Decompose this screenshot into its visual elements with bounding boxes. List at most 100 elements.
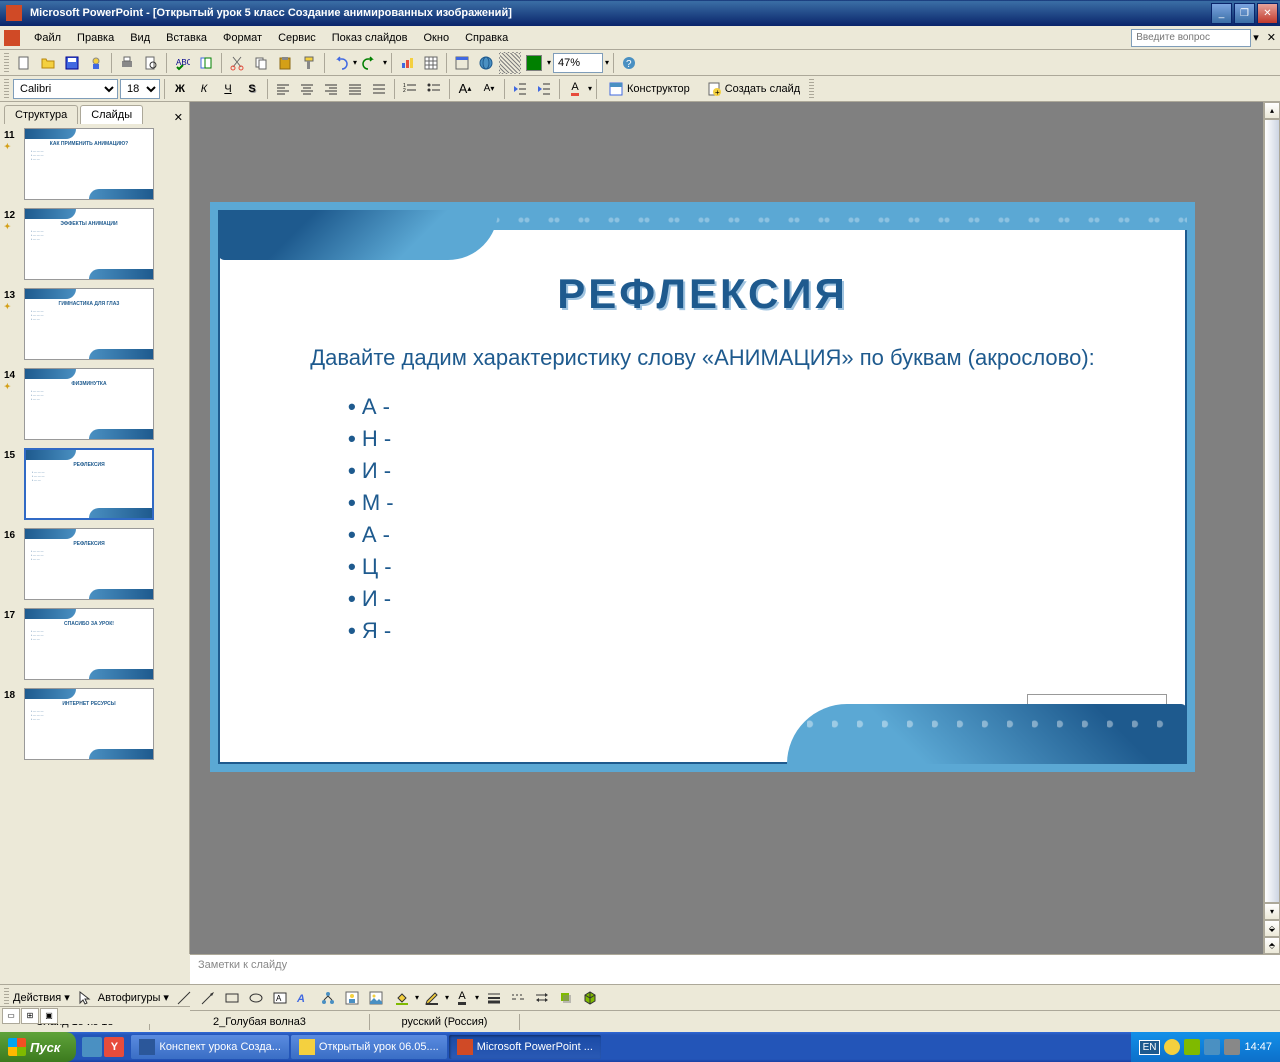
- oval-button[interactable]: [245, 987, 267, 1009]
- align-right-button[interactable]: [320, 78, 342, 100]
- close-button[interactable]: ✕: [1257, 3, 1278, 24]
- bold-button[interactable]: Ж: [169, 78, 191, 100]
- new-slide-button[interactable]: +Создать слайд: [699, 78, 807, 100]
- slide-bullet-item[interactable]: Я -: [348, 618, 1187, 644]
- menu-insert[interactable]: Вставка: [158, 29, 215, 47]
- tables-borders-button[interactable]: [451, 52, 473, 74]
- tray-icon[interactable]: [1224, 1039, 1240, 1055]
- slide-bullet-item[interactable]: М -: [348, 490, 1187, 516]
- doc-close-button[interactable]: ✕: [1267, 31, 1276, 44]
- research-button[interactable]: [195, 52, 217, 74]
- designer-button[interactable]: Конструктор: [601, 78, 697, 100]
- dropdown-icon[interactable]: ▾: [1253, 31, 1259, 44]
- tab-slides[interactable]: Слайды: [80, 105, 143, 124]
- copy-button[interactable]: [250, 52, 272, 74]
- thumbnail-slide[interactable]: РЕФЛЕКСИЯ• — — —• — — —• — —: [24, 448, 154, 520]
- distributed-button[interactable]: [368, 78, 390, 100]
- undo-dropdown-icon[interactable]: ▾: [353, 58, 357, 67]
- menu-tools[interactable]: Сервис: [270, 29, 324, 47]
- slide-subtitle[interactable]: Давайте дадим характеристику слову «АНИМ…: [218, 343, 1187, 374]
- permission-button[interactable]: [85, 52, 107, 74]
- minimize-button[interactable]: _: [1211, 3, 1232, 24]
- clock[interactable]: 14:47: [1244, 1041, 1272, 1053]
- sorter-view-button[interactable]: ⊞: [21, 1008, 39, 1024]
- menu-view[interactable]: Вид: [122, 29, 158, 47]
- redo-dropdown-icon[interactable]: ▾: [383, 58, 387, 67]
- undo-button[interactable]: [329, 52, 351, 74]
- menu-window[interactable]: Окно: [416, 29, 458, 47]
- dash-style-button[interactable]: [507, 987, 529, 1009]
- paste-button[interactable]: [274, 52, 296, 74]
- font-size-select[interactable]: 18: [120, 79, 160, 99]
- slide-bullet-item[interactable]: И -: [348, 586, 1187, 612]
- prev-slide-button[interactable]: ⬙: [1264, 920, 1280, 937]
- quick-launch-icon[interactable]: Y: [104, 1037, 124, 1057]
- slide-bullet-item[interactable]: А -: [348, 394, 1187, 420]
- toolbar-grip[interactable]: [4, 79, 9, 99]
- restore-button[interactable]: ❐: [1234, 3, 1255, 24]
- font-color-dropdown-icon[interactable]: ▾: [588, 84, 592, 93]
- arrow-button[interactable]: [197, 987, 219, 1009]
- normal-view-button[interactable]: ▭: [2, 1008, 20, 1024]
- decrease-indent-button[interactable]: [509, 78, 531, 100]
- redo-button[interactable]: [359, 52, 381, 74]
- thumbnail-row[interactable]: 18ИНТЕРНЕТ РЕСУРСЫ• — — —• — — —• — —: [4, 688, 185, 760]
- next-slide-button[interactable]: ⬘: [1264, 937, 1280, 954]
- thumbnail-row[interactable]: 14✦ФИЗМИНУТКА• — — —• — — —• — —: [4, 368, 185, 440]
- insert-table-button[interactable]: [420, 52, 442, 74]
- clipart-button[interactable]: [341, 987, 363, 1009]
- taskbar-task[interactable]: Открытый урок 06.05....: [291, 1035, 447, 1059]
- slide-canvas[interactable]: РЕФЛЕКСИЯ Давайте дадим характеристику с…: [190, 102, 1280, 954]
- font-color-button[interactable]: A: [564, 78, 586, 100]
- font-color-button-2[interactable]: A: [451, 987, 473, 1009]
- wordart-button[interactable]: A: [293, 987, 315, 1009]
- shadow-style-button[interactable]: [555, 987, 577, 1009]
- dropdown-icon[interactable]: ▾: [547, 58, 551, 67]
- slide-bullet-list[interactable]: А -Н -И -М -А -Ц -И -Я -: [348, 394, 1187, 644]
- scroll-up-button[interactable]: ▴: [1264, 102, 1280, 119]
- menu-file[interactable]: Файл: [26, 29, 69, 47]
- thumbnail-row[interactable]: 12✦ЭФФЕКТЫ АНИМАЦИИ• — — —• — — —• — —: [4, 208, 185, 280]
- color-button[interactable]: [523, 52, 545, 74]
- thumbnail-slide[interactable]: КАК ПРИМЕНИТЬ АНИМАЦИЮ?• — — —• — — —• —…: [24, 128, 154, 200]
- decrease-font-button[interactable]: A▾: [478, 78, 500, 100]
- increase-font-button[interactable]: A▴: [454, 78, 476, 100]
- tray-icon[interactable]: [1164, 1039, 1180, 1055]
- italic-button[interactable]: К: [193, 78, 215, 100]
- font-select[interactable]: Calibri: [13, 79, 118, 99]
- format-painter-button[interactable]: [298, 52, 320, 74]
- tray-icon[interactable]: [1204, 1039, 1220, 1055]
- textbox-button[interactable]: A: [269, 987, 291, 1009]
- menu-edit[interactable]: Правка: [69, 29, 122, 47]
- pane-close-button[interactable]: ✕: [174, 111, 183, 124]
- notes-pane[interactable]: Заметки к слайду: [190, 954, 1280, 984]
- slide-bullet-item[interactable]: И -: [348, 458, 1187, 484]
- new-button[interactable]: [13, 52, 35, 74]
- line-style-button[interactable]: [483, 987, 505, 1009]
- thumbnail-slide[interactable]: ФИЗМИНУТКА• — — —• — — —• — —: [24, 368, 154, 440]
- taskbar-task[interactable]: Microsoft PowerPoint ...: [449, 1035, 601, 1059]
- thumbnail-slide[interactable]: ЭФФЕКТЫ АНИМАЦИИ• — — —• — — —• — —: [24, 208, 154, 280]
- actions-menu[interactable]: Действия ▾: [13, 991, 70, 1004]
- thumbnail-row[interactable]: 16РЕФЛЕКСИЯ• — — —• — — —• — —: [4, 528, 185, 600]
- scroll-down-button[interactable]: ▾: [1264, 903, 1280, 920]
- insert-hyperlink-button[interactable]: [475, 52, 497, 74]
- numbering-button[interactable]: 12: [399, 78, 421, 100]
- increase-indent-button[interactable]: [533, 78, 555, 100]
- scroll-thumb[interactable]: [1264, 119, 1280, 903]
- thumbnail-row[interactable]: 15РЕФЛЕКСИЯ• — — —• — — —• — —: [4, 448, 185, 520]
- underline-button[interactable]: Ч: [217, 78, 239, 100]
- quick-launch-icon[interactable]: [82, 1037, 102, 1057]
- bullets-button[interactable]: [423, 78, 445, 100]
- slide-bullet-item[interactable]: Ц -: [348, 554, 1187, 580]
- autoshapes-menu[interactable]: Автофигуры ▾: [98, 991, 169, 1004]
- help-button[interactable]: ?: [618, 52, 640, 74]
- align-left-button[interactable]: [272, 78, 294, 100]
- font-color-dropdown-icon-2[interactable]: ▾: [475, 993, 479, 1002]
- show-hide-grid-button[interactable]: [499, 52, 521, 74]
- thumbnail-slide[interactable]: ИНТЕРНЕТ РЕСУРСЫ• — — —• — — —• — —: [24, 688, 154, 760]
- help-search-input[interactable]: [1131, 29, 1251, 47]
- open-button[interactable]: [37, 52, 59, 74]
- slide-bullet-item[interactable]: Н -: [348, 426, 1187, 452]
- spelling-button[interactable]: ABC: [171, 52, 193, 74]
